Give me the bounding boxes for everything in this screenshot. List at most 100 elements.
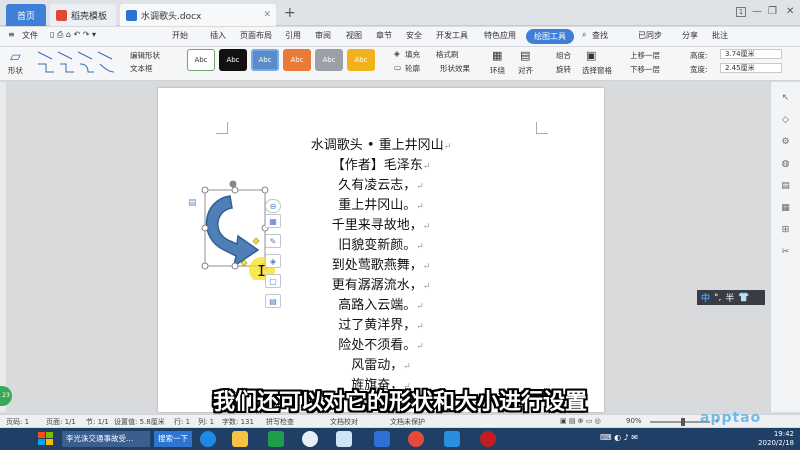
maximize-icon[interactable]: ❐ [768, 6, 777, 17]
wechat-icon[interactable] [336, 431, 352, 447]
menu-file[interactable]: 文件 [22, 30, 38, 41]
hamburger-icon[interactable]: ≡ [8, 30, 15, 39]
tools-icon[interactable]: ✂ [779, 246, 792, 259]
outline-button[interactable]: 轮廓 [405, 63, 420, 74]
protect-status[interactable]: 文档未保护 [390, 417, 425, 427]
wrap-layout-icon[interactable]: ▦ [265, 214, 281, 228]
chrome-icon[interactable] [408, 431, 424, 447]
wrap-button[interactable]: 环绕 [490, 65, 505, 76]
menu-reference[interactable]: 引用 [285, 30, 301, 41]
wrap-icon[interactable]: ▦ [492, 49, 502, 62]
poem-line-row[interactable]: 过了黄洋界，↵ [158, 314, 604, 333]
shape-effect-button[interactable]: 形状效果 [440, 63, 470, 74]
new-tab-button[interactable]: + [284, 5, 296, 21]
app-p-icon[interactable] [444, 431, 460, 447]
taskbar-window-1[interactable]: 李光洙交通事故受... [62, 431, 150, 447]
textbox-button[interactable]: 文本框 [130, 63, 153, 74]
resize-handle[interactable] [201, 186, 209, 194]
ime-language[interactable]: 中 [701, 291, 710, 304]
outline-icon[interactable]: ▭ [394, 63, 401, 72]
shape-icon[interactable]: ◇ [779, 114, 792, 127]
fill-icon[interactable]: ◈ [394, 49, 400, 58]
menu-comment[interactable]: 批注 [712, 30, 728, 41]
windows-start-icon[interactable] [36, 430, 56, 448]
ime-width[interactable]: 半 [725, 291, 734, 304]
layout-icon[interactable]: ▤ [779, 180, 792, 193]
table-icon[interactable]: ▦ [779, 202, 792, 215]
menu-view[interactable]: 视图 [346, 30, 362, 41]
search-icon[interactable]: ⌕ [582, 30, 586, 40]
color-icon[interactable]: ◍ [779, 158, 792, 171]
menu-review[interactable]: 审阅 [315, 30, 331, 41]
width-input[interactable]: 2.45厘米 [720, 63, 782, 73]
shape-button[interactable]: 形状 [8, 65, 23, 76]
resize-handle[interactable] [231, 262, 239, 270]
resize-handle[interactable] [201, 224, 209, 232]
skin-icon[interactable]: 👕 [738, 293, 749, 303]
group-button[interactable]: 组合 [556, 50, 571, 61]
align-icon[interactable]: ▤ [520, 49, 530, 62]
taskbar-search[interactable]: 搜索一下 [154, 431, 192, 447]
folder-icon[interactable] [232, 431, 248, 447]
menu-share[interactable]: 分享 [682, 30, 698, 41]
poem-line-row[interactable]: 险处不须看。↵ [158, 334, 604, 353]
proofread-button[interactable]: 文档校对 [330, 417, 358, 427]
view-mode-icons[interactable]: ▣ ▤ ⊕ ▭ ◎ [560, 417, 601, 425]
align-button[interactable]: 对齐 [518, 65, 533, 76]
more-layout-icon[interactable]: ▤ [265, 294, 281, 308]
menu-security[interactable]: 安全 [406, 30, 422, 41]
menu-developer[interactable]: 开发工具 [436, 30, 468, 41]
ime-punctuation[interactable]: °, [714, 293, 721, 303]
menu-drawing-tools[interactable]: 绘图工具 [526, 29, 574, 44]
wps-writer-icon[interactable] [374, 431, 390, 447]
tray-icons[interactable]: ⌨ ◐ ♪ ✉ [600, 433, 638, 442]
menu-start[interactable]: 开始 [172, 30, 188, 41]
menu-search[interactable]: 查找 [592, 30, 608, 41]
menu-features[interactable]: 特色应用 [484, 30, 516, 41]
arrow-body[interactable] [206, 195, 260, 268]
poem-title[interactable]: 水调歌头 • 重上井冈山↵ [158, 134, 604, 153]
collapse-toolbar-icon[interactable]: ⊖ [265, 199, 281, 213]
cloud-icon[interactable] [302, 431, 318, 447]
style-orange[interactable]: Abc [283, 49, 311, 71]
ie-browser-icon[interactable] [200, 431, 216, 447]
fill-bucket-icon[interactable]: ◈ [265, 254, 281, 268]
curved-arrow-shape[interactable]: I [188, 180, 298, 280]
menu-insert[interactable]: 插入 [210, 30, 226, 41]
select-pane-icon[interactable]: ▣ [586, 49, 596, 62]
menu-chapter[interactable]: 章节 [376, 30, 392, 41]
quick-access-icons[interactable]: ▯ ⎙ ⌂ ↶ ↷ ▾ [50, 30, 96, 40]
line-shapes-gallery[interactable] [34, 49, 124, 75]
style-blue-selected[interactable]: Abc [251, 49, 279, 71]
rotate-button[interactable]: 旋转 [556, 64, 571, 75]
spell-check-button[interactable]: 拼写检查 [266, 417, 294, 427]
fill-button[interactable]: 填充 [405, 49, 420, 60]
close-window-icon[interactable]: ✕ [786, 6, 794, 17]
resize-handle[interactable] [231, 186, 239, 194]
height-input[interactable]: 3.74厘米 [720, 49, 782, 59]
outline-pen-icon[interactable]: ✎ [265, 234, 281, 248]
style-black[interactable]: Abc [219, 49, 247, 71]
select-pane-button[interactable]: 选择窗格 [582, 65, 612, 76]
menu-sync[interactable]: 已同步 [638, 30, 662, 41]
menu-layout[interactable]: 页面布局 [240, 30, 272, 41]
minimize-icon[interactable]: — [752, 6, 762, 17]
shape-gallery-icon[interactable]: ▱ [10, 49, 21, 65]
ime-toolbar[interactable]: 中 °, 半 👕 [697, 290, 765, 305]
grid-icon[interactable]: ⊞ [779, 224, 792, 237]
adjust-handle[interactable] [252, 237, 260, 245]
zoom-slider-knob[interactable] [680, 418, 685, 426]
edit-shape-button[interactable]: 编辑形状 [130, 50, 160, 61]
select-icon[interactable]: ↖ [779, 92, 792, 105]
style-outline-green[interactable]: Abc [187, 49, 215, 71]
style-yellow[interactable]: Abc [347, 49, 375, 71]
excel-icon[interactable] [268, 431, 284, 447]
zoom-level[interactable]: 90% [626, 417, 642, 425]
poem-line-row[interactable]: 风雷动，↵ [158, 354, 604, 373]
tab-template[interactable]: 稻壳模板 [50, 4, 116, 26]
rotate-handle[interactable] [229, 180, 237, 188]
format-brush-button[interactable]: 格式刷 [436, 49, 459, 60]
record-icon[interactable] [480, 431, 496, 447]
resize-handle[interactable] [261, 186, 269, 194]
shape-style-icon[interactable]: ▢ [265, 274, 281, 288]
